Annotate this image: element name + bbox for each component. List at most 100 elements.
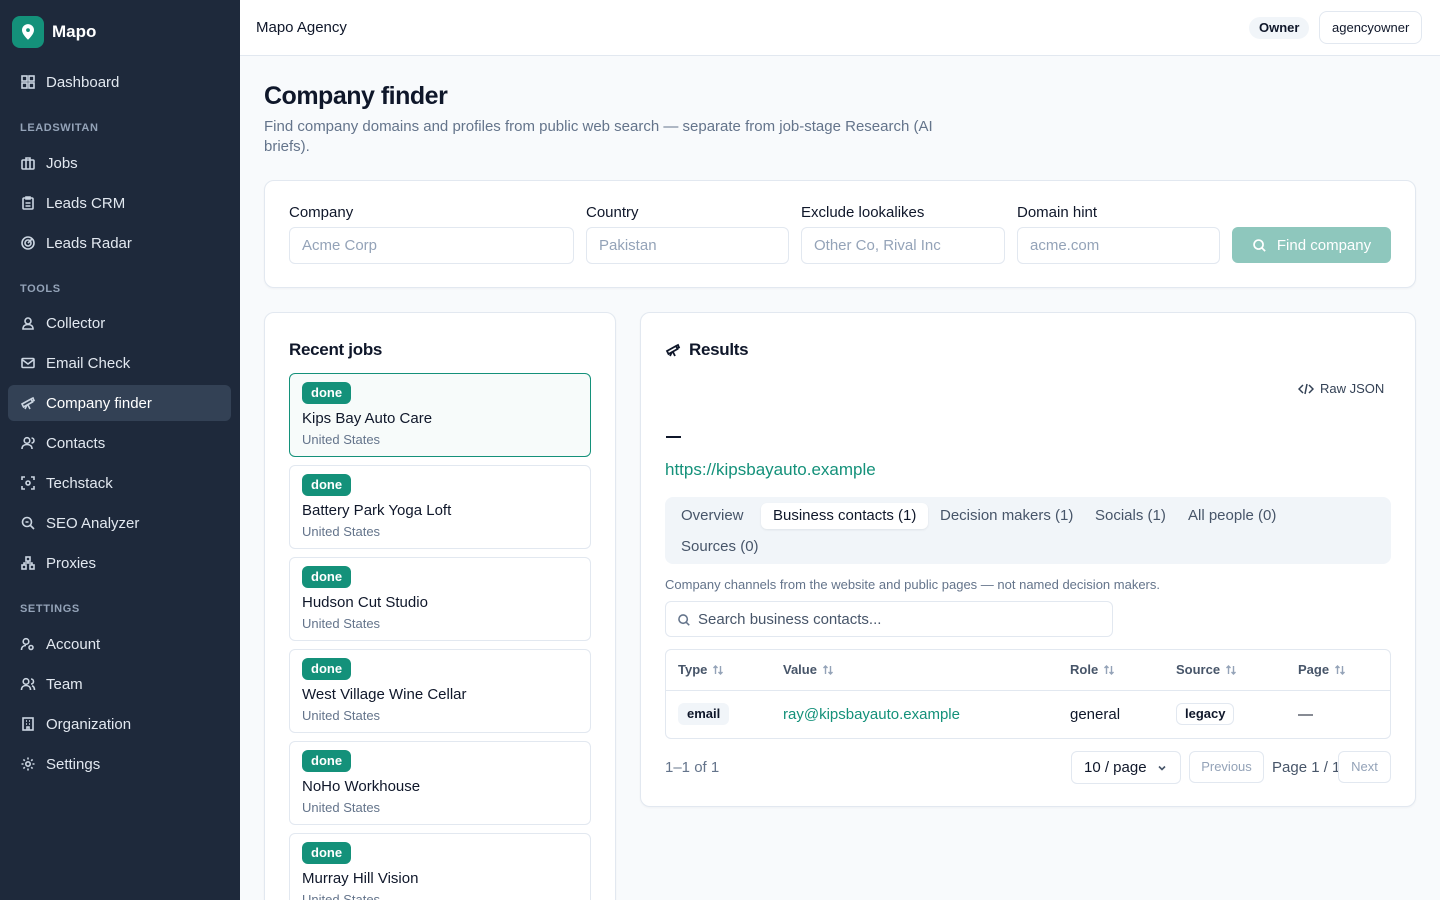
tab-sources[interactable]: Sources (0): [669, 534, 771, 560]
search-zoom-icon: [21, 516, 35, 530]
gear-icon: [21, 757, 35, 771]
column-header-type[interactable]: Type: [678, 662, 724, 677]
brand-name: Mapo: [52, 22, 97, 41]
sidebar-item-account[interactable]: Account: [8, 626, 231, 662]
sidebar-item-label: Account: [46, 635, 101, 653]
job-country: United States: [302, 892, 381, 900]
column-header-page[interactable]: Page: [1298, 662, 1346, 677]
sidebar-item-label: Settings: [46, 755, 101, 773]
job-name: NoHo Workhouse: [302, 778, 421, 795]
sort-icon: [1335, 664, 1346, 675]
job-country: United States: [302, 708, 381, 723]
contacts-icon: [21, 436, 35, 450]
search-input[interactable]: [698, 602, 1098, 636]
column-header-role[interactable]: Role: [1070, 662, 1115, 677]
contact-page: —: [1298, 706, 1313, 723]
job-country: United States: [302, 524, 381, 539]
raw-json-button[interactable]: Raw JSON: [1298, 381, 1384, 396]
sidebar-item-label: Leads Radar: [46, 234, 132, 252]
sidebar-item-label: Contacts: [46, 434, 106, 452]
sidebar-item-label: Company finder: [46, 394, 152, 412]
sidebar-item-company-finder[interactable]: Company finder: [8, 385, 231, 421]
tab-all-people[interactable]: All people (0): [1176, 503, 1288, 529]
tab-business-contacts[interactable]: Business contacts (1): [761, 503, 929, 529]
domain-hint-input[interactable]: [1017, 227, 1220, 264]
business-contacts-search: [665, 601, 1113, 637]
sidebar-item-team[interactable]: Team: [8, 666, 231, 702]
job-item[interactable]: done Hudson Cut Studio United States: [289, 557, 591, 641]
sidebar-item-seo-analyzer[interactable]: SEO Analyzer: [8, 505, 231, 541]
sidebar-item-label: Jobs: [46, 154, 78, 172]
status-badge: done: [302, 750, 352, 772]
sort-icon: [1226, 664, 1237, 675]
telescope-icon: [20, 396, 36, 410]
next-page-button[interactable]: Next: [1338, 751, 1391, 783]
previous-page-button[interactable]: Previous: [1189, 751, 1264, 783]
sidebar-item-jobs[interactable]: Jobs: [8, 145, 231, 181]
sidebar-item-label: Proxies: [46, 554, 97, 572]
job-name: Hudson Cut Studio: [302, 594, 428, 611]
business-contacts-hint: Company channels from the website and pu…: [665, 577, 1160, 592]
brand[interactable]: Mapo: [0, 0, 240, 64]
tab-decision-makers[interactable]: Decision makers (1): [928, 503, 1085, 529]
tab-overview[interactable]: Overview: [669, 503, 756, 529]
sidebar-item-label: Organization: [46, 715, 132, 733]
job-country: United States: [302, 800, 381, 815]
sidebar-item-label: Team: [46, 675, 83, 693]
sidebar-item-dashboard[interactable]: Dashboard: [8, 64, 231, 100]
sidebar-item-email-check[interactable]: Email Check: [8, 345, 231, 381]
recent-jobs-title: Recent jobs: [289, 340, 383, 359]
job-item[interactable]: done Murray Hill Vision United States: [289, 833, 591, 900]
find-company-button[interactable]: Find company: [1232, 227, 1391, 263]
sort-icon: [713, 664, 724, 675]
type-badge: email: [678, 703, 730, 725]
contact-value-link[interactable]: ray@kipsbayauto.example: [783, 706, 960, 723]
row-divider: [666, 690, 1390, 691]
exclude-lookalikes-input[interactable]: [801, 227, 1005, 264]
exclude-label: Exclude lookalikes: [801, 204, 925, 221]
code-icon: [1298, 383, 1314, 394]
topbar: Mapo Agency Owner agencyowner: [240, 0, 1440, 56]
user-menu-button[interactable]: agencyowner: [1319, 11, 1423, 44]
country-input[interactable]: [586, 227, 789, 264]
sidebar-item-label: Collector: [46, 314, 106, 332]
search-icon: [1253, 238, 1266, 252]
sidebar-item-contacts[interactable]: Contacts: [8, 425, 231, 461]
job-item[interactable]: done Battery Park Yoga Loft United State…: [289, 465, 591, 549]
sidebar-item-leads-crm[interactable]: Leads CRM: [8, 185, 231, 221]
sidebar: Mapo Dashboard LEADSWITAN Jobs Leads CRM…: [0, 0, 240, 900]
section-settings: SETTINGS: [20, 603, 80, 615]
status-badge: done: [302, 566, 352, 588]
status-badge: done: [302, 658, 352, 680]
sidebar-item-proxies[interactable]: Proxies: [8, 545, 231, 581]
page-title: Company finder: [264, 82, 448, 110]
company-input[interactable]: [289, 227, 574, 264]
status-badge: done: [302, 474, 352, 496]
clipboard-icon: [22, 196, 34, 210]
sidebar-item-label: Leads CRM: [46, 194, 126, 212]
job-item[interactable]: done West Village Wine Cellar United Sta…: [289, 649, 591, 733]
status-badge: done: [302, 382, 352, 404]
building-icon: [22, 717, 34, 731]
briefcase-icon: [21, 157, 35, 170]
sort-icon: [822, 664, 833, 675]
job-item[interactable]: done NoHo Workhouse United States: [289, 741, 591, 825]
result-url-link[interactable]: https://kipsbayauto.example: [665, 460, 876, 480]
tab-socials[interactable]: Socials (1): [1083, 503, 1178, 529]
sidebar-item-techstack[interactable]: Techstack: [8, 465, 231, 501]
column-header-source[interactable]: Source: [1176, 662, 1237, 677]
sidebar-item-leads-radar[interactable]: Leads Radar: [8, 225, 231, 261]
network-icon: [21, 556, 35, 570]
job-item[interactable]: done Kips Bay Auto Care United States: [289, 373, 591, 457]
column-header-value[interactable]: Value: [783, 662, 834, 677]
source-badge: legacy: [1176, 703, 1235, 725]
find-company-label: Find company: [1276, 236, 1372, 254]
role-badge: Owner: [1249, 17, 1310, 39]
sidebar-item-settings[interactable]: Settings: [8, 746, 231, 782]
organization-name[interactable]: Mapo Agency: [256, 19, 347, 36]
sidebar-item-collector[interactable]: Collector: [8, 305, 231, 341]
page-indicator: Page 1 / 1: [1272, 759, 1341, 776]
page-size-select[interactable]: 10 / page: [1071, 751, 1181, 784]
sidebar-item-organization[interactable]: Organization: [8, 706, 231, 742]
business-contacts-table: Type Value Role Source Page email ray@ki…: [665, 649, 1391, 739]
